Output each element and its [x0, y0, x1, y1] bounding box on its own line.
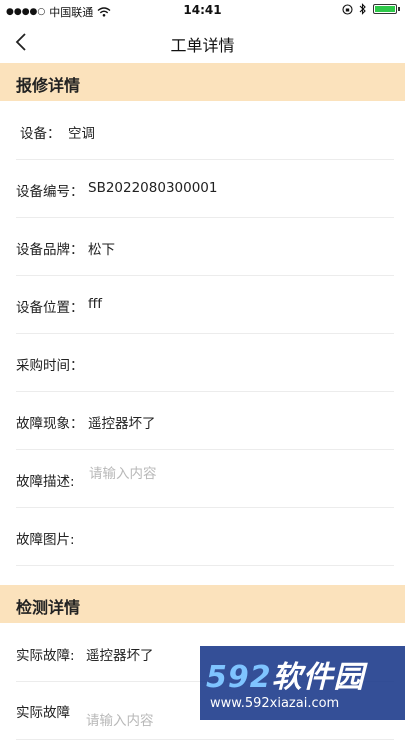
section-header-inspection: 检测详情	[0, 585, 405, 623]
orientation-lock-icon	[342, 3, 353, 15]
row-value: fff	[88, 296, 103, 312]
row-value: 松下	[88, 242, 115, 258]
row-purchase-time: 采购时间：	[16, 333, 394, 392]
watermark-number: 592	[206, 660, 272, 695]
section-title: 检测详情	[16, 598, 81, 617]
row-label: 故障现象：	[16, 416, 84, 432]
row-fault-description: 故障描述: 请输入内容	[16, 449, 394, 508]
row-value: 遥控器坏了	[88, 416, 156, 432]
row-label: 设备品牌：	[16, 242, 84, 258]
fault-description-input[interactable]: 请输入内容	[89, 462, 157, 482]
section-header-repair: 报修详情	[0, 63, 405, 101]
watermark-logo: 592软件园 www.592xiazai.com	[200, 646, 405, 720]
bluetooth-icon	[359, 3, 366, 15]
row-label: 设备编号：	[16, 184, 84, 200]
row-value: 空调	[68, 126, 95, 142]
row-value: SB2022080300001	[88, 180, 218, 196]
actual-fault-input[interactable]: 请输入内容	[86, 709, 154, 729]
row-label: 设备位置：	[16, 300, 84, 316]
row-label: 实际故障	[16, 705, 70, 721]
row-device-brand: 设备品牌： 松下	[16, 217, 394, 276]
row-label: 故障图片:	[16, 532, 75, 548]
row-label: 设备：	[20, 126, 61, 142]
row-device-number: 设备编号： SB2022080300001	[16, 159, 394, 218]
row-device-location: 设备位置： fff	[16, 275, 394, 334]
status-right	[342, 3, 400, 15]
row-label: 实际故障:	[16, 648, 75, 664]
nav-bar: 工单详情	[0, 22, 405, 62]
row-label: 故障描述:	[16, 474, 75, 490]
watermark-text: 软件园	[271, 660, 365, 695]
battery-icon	[373, 4, 400, 14]
row-fault-images: 故障图片:	[16, 507, 394, 566]
watermark-url: www.592xiazai.com	[210, 696, 340, 711]
page-title: 工单详情	[170, 36, 235, 55]
row-value: 遥控器坏了	[86, 648, 154, 664]
row-label: 采购时间：	[16, 358, 84, 374]
watermark-brand: 592软件园	[206, 652, 365, 696]
status-bar: ●●●●○ 中国联通 14:41	[0, 0, 405, 22]
section-title: 报修详情	[16, 76, 81, 95]
row-device: 设备： 空调	[16, 101, 394, 160]
row-fault-symptom: 故障现象： 遥控器坏了	[16, 391, 394, 450]
